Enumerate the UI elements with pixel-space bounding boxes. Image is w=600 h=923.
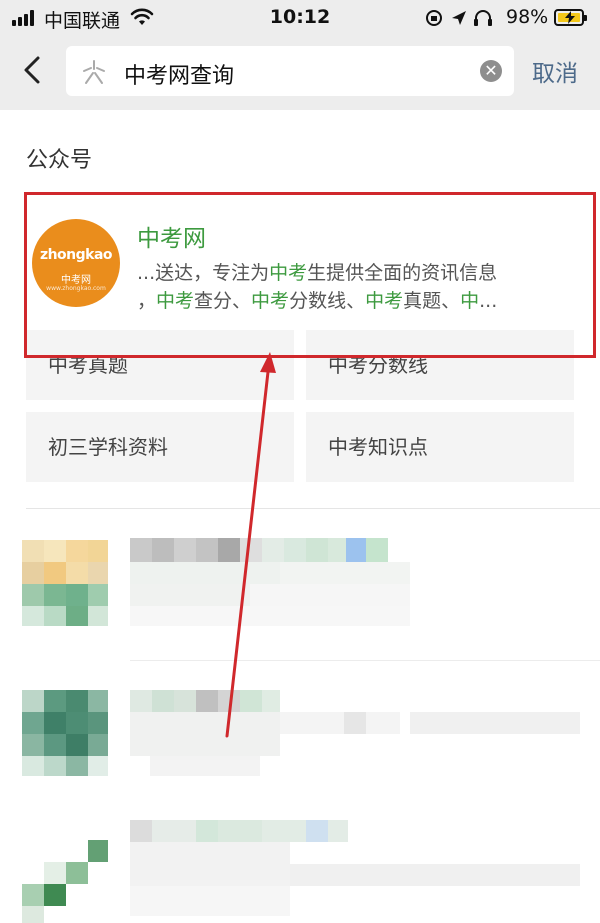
clear-icon[interactable]: ✕ bbox=[480, 60, 502, 82]
search-query[interactable]: 中考网查询 bbox=[124, 58, 234, 90]
section-title: 公众号 bbox=[26, 148, 93, 173]
menu-item-zhishidian[interactable]: 中考知识点 bbox=[306, 412, 574, 482]
divider bbox=[26, 508, 600, 509]
battery-percent: 98% bbox=[506, 6, 549, 28]
blurred-result-3[interactable] bbox=[0, 820, 600, 923]
account-name[interactable]: 中考网 bbox=[137, 219, 206, 253]
blurred-result-1[interactable] bbox=[0, 530, 600, 640]
battery-charging-icon bbox=[554, 9, 587, 26]
divider bbox=[130, 660, 600, 661]
account-description: ...送达，专注为中考生提供全面的资讯信息 ，中考查分、中考分数线、中考真题、中… bbox=[137, 259, 577, 315]
search-header: 中考网查询 ✕ 取消 bbox=[0, 36, 600, 110]
location-icon bbox=[452, 11, 466, 25]
cancel-button[interactable]: 取消 bbox=[532, 54, 578, 88]
back-chevron-icon[interactable] bbox=[18, 50, 48, 90]
status-bar: 中国联通 10:12 98% bbox=[0, 0, 600, 36]
avatar-cn-text: 中考网 bbox=[61, 275, 91, 286]
account-avatar[interactable]: zhongkao 中考网 www.zhongkao.com bbox=[32, 219, 120, 307]
blurred-result-2[interactable] bbox=[0, 680, 600, 780]
headphones-icon bbox=[474, 10, 492, 26]
description-line-2: ，中考查分、中考分数线、中考真题、中... bbox=[137, 290, 498, 312]
menu-item-label: 中考知识点 bbox=[328, 435, 428, 459]
avatar-url-text: www.zhongkao.com bbox=[46, 285, 106, 292]
account-result-card[interactable]: zhongkao 中考网 www.zhongkao.com 中考网 ...送达，… bbox=[24, 192, 596, 358]
description-line-1: ...送达，专注为中考生提供全面的资讯信息 bbox=[137, 262, 498, 284]
avatar-brand-text: zhongkao bbox=[39, 247, 113, 263]
menu-item-ziliao[interactable]: 初三学科资料 bbox=[26, 412, 294, 482]
search-input[interactable]: 中考网查询 ✕ bbox=[66, 46, 514, 96]
search-logo-icon bbox=[83, 60, 105, 84]
menu-item-label: 初三学科资料 bbox=[48, 435, 168, 459]
orientation-lock-icon bbox=[426, 10, 442, 26]
